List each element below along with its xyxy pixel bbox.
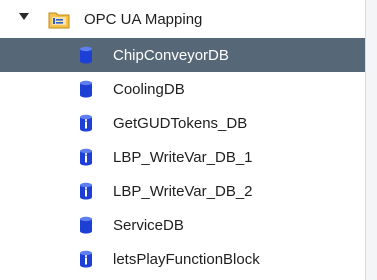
expand-triangle-icon[interactable] xyxy=(19,13,29,20)
tree-item-lbp-writevar-db-1[interactable]: LBP_WriteVar_DB_1 xyxy=(0,140,365,174)
tree-root-opc-ua-mapping[interactable]: OPC UA Mapping xyxy=(0,2,365,38)
tree-item-label: GetGUDTokens_DB xyxy=(113,115,248,132)
tree-item-label: ServiceDB xyxy=(113,217,184,234)
tree-item-label: letsPlayFunctionBlock xyxy=(113,251,260,268)
tree-item-servicedb[interactable]: ServiceDB xyxy=(0,208,365,242)
instance-db-icon xyxy=(80,250,92,268)
tree-root-label: OPC UA Mapping xyxy=(84,11,203,28)
db-icon xyxy=(80,80,92,98)
tree-item-label: CoolingDB xyxy=(113,81,185,98)
tree-item-label: LBP_WriteVar_DB_1 xyxy=(113,149,253,166)
instance-db-icon xyxy=(80,148,92,166)
db-icon xyxy=(80,46,92,64)
panel-side-strip xyxy=(366,0,377,280)
project-tree-panel: OPC UA Mapping ChipConveyorDB CoolingDB … xyxy=(0,0,366,280)
tree-item-label: LBP_WriteVar_DB_2 xyxy=(113,183,253,200)
tree-item-lbp-writevar-db-2[interactable]: LBP_WriteVar_DB_2 xyxy=(0,174,365,208)
tree-item-label: ChipConveyorDB xyxy=(113,47,229,64)
tree-item-letsplayfunctionblock[interactable]: letsPlayFunctionBlock xyxy=(0,242,365,276)
instance-db-icon xyxy=(80,114,92,132)
tree-item-coolingdb[interactable]: CoolingDB xyxy=(0,72,365,106)
folder-icon xyxy=(48,12,70,29)
tree-item-getgudtokens-db[interactable]: GetGUDTokens_DB xyxy=(0,106,365,140)
instance-db-icon xyxy=(80,182,92,200)
db-icon xyxy=(80,216,92,234)
tree-item-chipconveyordb[interactable]: ChipConveyorDB xyxy=(0,38,365,72)
